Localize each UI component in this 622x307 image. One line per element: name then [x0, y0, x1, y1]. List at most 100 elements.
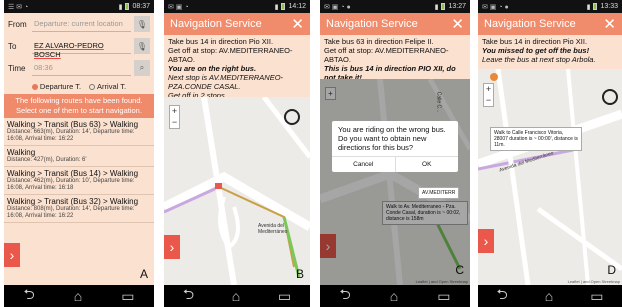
status-bar: ✉ ▣ ◔ ▮ 14:12 — [164, 0, 310, 13]
street-label: Avenida del Mediterráneo — [258, 223, 288, 235]
stop-label: AV.MEDITERR — [418, 187, 460, 199]
recent-apps-icon[interactable]: ▭ — [121, 288, 134, 305]
notification-icons: ✉ ▣ ◔ ● — [482, 3, 509, 11]
close-icon[interactable]: ✕ — [603, 15, 616, 33]
route-search-screen: From Departure: current location 🎙 To EZ… — [4, 13, 154, 285]
directions-bubble: Walk to Calle Francisco Vitoria, 28007 d… — [490, 127, 582, 151]
nav-title: Navigation Service — [484, 18, 576, 30]
home-icon[interactable]: ⌂ — [390, 288, 398, 304]
map-view[interactable]: + − › Avenida del Mediterráneo B — [164, 97, 310, 285]
to-input[interactable]: EZ ALVARO-PEDRO BOSCH — [32, 38, 131, 59]
signal-icon: ▮ — [118, 3, 123, 11]
dialog-message: You are riding on the wrong bus. Do you … — [338, 125, 446, 152]
android-nav-bar: ⮌ ⌂ ▭ — [4, 285, 154, 307]
arrival-radio[interactable]: Arrival T. — [89, 82, 126, 91]
search-icon[interactable]: ⌕ — [134, 60, 150, 76]
map-canvas — [164, 97, 310, 285]
route-details: Distance: 462(m), Duration: 10', Departu… — [7, 178, 135, 191]
instructions: Take bus 63 in direction Felipe II. Get … — [320, 35, 470, 84]
route-item[interactable]: Walking > Transit (Bus 63) > Walking Dist… — [4, 118, 154, 146]
departure-radio[interactable]: Departure T. — [31, 82, 81, 91]
battery-icon — [441, 3, 446, 10]
status-time: 08:37 — [132, 3, 150, 10]
back-icon[interactable]: ⮌ — [340, 284, 351, 307]
close-icon[interactable]: ✕ — [291, 15, 304, 33]
next-button[interactable]: › — [478, 229, 494, 253]
radio-selected-icon — [31, 84, 38, 91]
instruction-line: Take bus 63 in direction Felipe II. — [324, 37, 434, 46]
map-attribution: Leaflet | and Open Streetmap — [567, 279, 620, 284]
home-icon[interactable]: ⌂ — [74, 288, 82, 304]
to-label: To — [8, 41, 17, 51]
location-marker-icon[interactable] — [490, 73, 498, 81]
back-icon[interactable]: ⮌ — [24, 284, 35, 307]
locate-icon[interactable] — [602, 89, 618, 105]
from-input[interactable]: Departure: current location — [32, 16, 131, 32]
next-button[interactable]: › — [4, 243, 20, 267]
time-input[interactable]: 08:36 — [32, 60, 131, 76]
time-label: Time — [8, 63, 26, 73]
instruction-line: Get off at stop: AV.MEDITERRANEO-ABTAO. — [168, 46, 293, 64]
route-item[interactable]: Walking Distance: 427(m), Duration: 6' — [4, 146, 154, 167]
route-title: Walking — [7, 148, 36, 157]
phone-d: ✉ ▣ ◔ ● ▮ 13:33 Navigation Service ✕ Take… — [478, 0, 622, 307]
instruction-line: Get off at stop: AV.MEDITERRANEO-ABTAO. — [324, 46, 449, 64]
route-item[interactable]: Walking > Transit (Bus 32) > Walking Dist… — [4, 195, 154, 223]
status-bar: ✉ ▣ ◔ ● ▮ 13:33 — [478, 0, 622, 13]
map-view[interactable]: + − Walk to Calle Francisco Vitoria, 2800… — [478, 69, 622, 285]
battery-icon — [125, 3, 130, 10]
instruction-status: You are on the right bus. — [168, 64, 257, 73]
android-nav-bar: ⮌ ⌂ ▭ — [164, 285, 310, 307]
locate-icon[interactable] — [284, 109, 300, 125]
microphone-icon[interactable]: 🎙 — [134, 16, 150, 32]
nav-header: Navigation Service ✕ — [320, 13, 470, 35]
route-details: Distance: 808(m), Duration: 14', Departu… — [7, 206, 135, 219]
android-nav-bar: ⮌ ⌂ ▭ — [478, 285, 622, 307]
instruction-next-stop: Leave the bus at next stop Arbola. — [482, 55, 596, 64]
instructions: Take bus 14 in direction Pio XII. You mi… — [478, 35, 622, 66]
panel-letter: B — [295, 267, 304, 281]
signal-icon: ▮ — [274, 3, 279, 11]
routes-found-banner: The following routes have been found. Se… — [4, 94, 154, 118]
instruction-warning: You missed to get off the bus! — [482, 46, 590, 55]
from-label: From — [8, 19, 27, 29]
back-icon[interactable]: ⮌ — [183, 284, 194, 307]
zoom-control[interactable]: + − — [483, 83, 494, 107]
route-title: Walking > Transit (Bus 32) > Walking — [7, 197, 139, 206]
zoom-control[interactable]: + − — [169, 105, 180, 129]
map-canvas — [478, 69, 622, 285]
next-button[interactable]: › — [164, 235, 180, 259]
nav-header: Navigation Service ✕ — [478, 13, 622, 35]
instruction-next-stop: Next stop is AV.MEDITERRANEO-PZA.CONDE C… — [168, 73, 284, 91]
banner-line-2: Select one of them to start navigation. — [16, 106, 142, 115]
status-bar: ✉ ▣ ◔ ● ▮ 13:27 — [320, 0, 470, 13]
recent-apps-icon[interactable]: ▭ — [590, 288, 603, 305]
signal-icon: ▮ — [586, 3, 591, 11]
home-icon[interactable]: ⌂ — [545, 288, 553, 304]
microphone-icon[interactable]: 🎙 — [134, 38, 150, 54]
ok-button[interactable]: OK — [396, 157, 459, 172]
radio-icon — [89, 84, 96, 91]
route-title: Walking > Transit (Bus 63) > Walking — [7, 120, 139, 129]
cancel-button[interactable]: Cancel — [332, 157, 396, 172]
status-bar: ☰ ✉ ◔ ▮ 08:37 — [4, 0, 154, 13]
close-icon[interactable]: ✕ — [451, 15, 464, 33]
back-icon[interactable]: ⮌ — [497, 284, 508, 307]
navigation-screen: Navigation Service ✕ Take bus 63 in dire… — [320, 13, 470, 285]
home-icon[interactable]: ⌂ — [232, 288, 240, 304]
route-details: Distance: 427(m), Duration: 6' — [7, 157, 87, 163]
banner-line-1: The following routes have been found. — [15, 96, 143, 105]
panel-letter: D — [607, 263, 616, 277]
map-view[interactable]: + Calle C... Walk to Av. Mediterraneo - … — [320, 79, 470, 285]
status-time: 14:12 — [288, 3, 306, 10]
nav-header: Navigation Service ✕ — [164, 13, 310, 35]
nav-title: Navigation Service — [326, 18, 418, 30]
instructions: Take bus 14 in direction Pio XII. Get of… — [164, 35, 310, 102]
bus-stop-icon[interactable] — [215, 183, 222, 189]
route-item[interactable]: Walking > Transit (Bus 14) > Walking Dist… — [4, 167, 154, 195]
nav-title: Navigation Service — [170, 18, 262, 30]
recent-apps-icon[interactable]: ▭ — [278, 288, 291, 305]
phone-b: ✉ ▣ ◔ ▮ 14:12 Navigation Service ✕ Take b… — [164, 0, 310, 307]
notification-icons: ☰ ✉ ◔ — [8, 3, 29, 11]
recent-apps-icon[interactable]: ▭ — [437, 288, 450, 305]
